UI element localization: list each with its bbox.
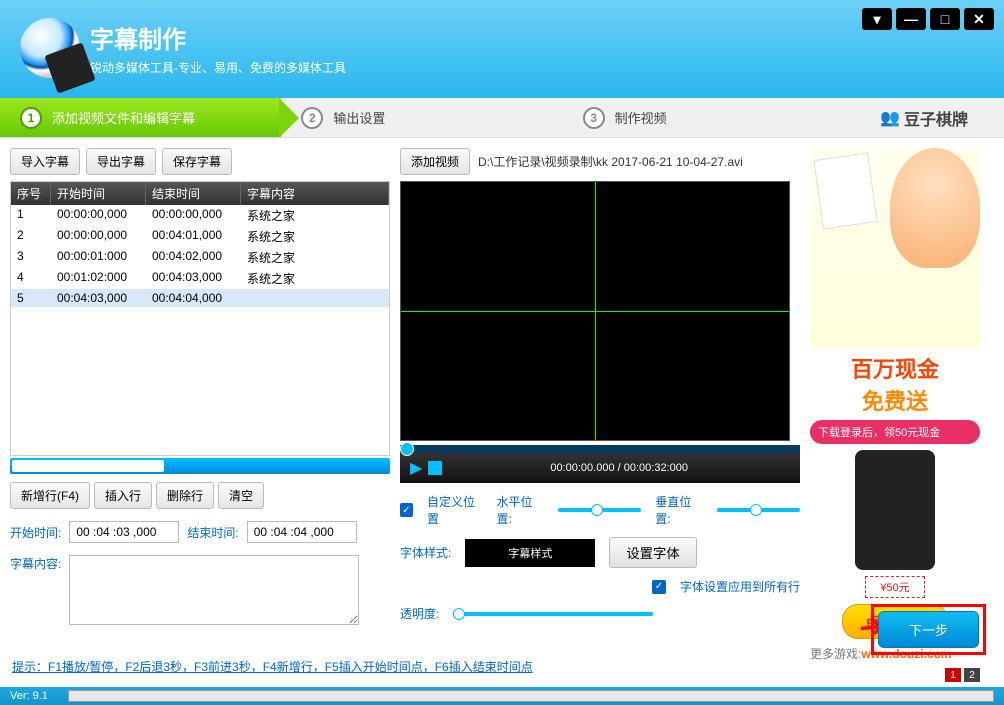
set-font-button[interactable]: 设置字体 [609,537,696,568]
app-title: 字幕制作 [90,20,346,55]
next-button-highlight: 下一步 [871,604,986,655]
v-position-slider[interactable] [717,508,800,512]
next-button[interactable]: 下一步 [878,611,979,648]
h-position-slider[interactable] [558,508,641,512]
end-time-input[interactable] [247,521,357,543]
export-subtitle-button[interactable]: 导出字幕 [86,148,156,175]
maximize-button[interactable]: □ [930,8,960,30]
table-row[interactable]: 500:04:03,00000:04:04,000 [11,289,389,307]
v-position-label: 垂直位置: [655,493,703,527]
cards-icon [813,153,877,230]
apply-all-checkbox[interactable]: ✓ [652,580,666,594]
time-display: 00:00:00.000 / 00:00:32:000 [448,462,790,474]
prize-label: ¥50元 [865,576,925,598]
app-subtitle: 锐动多媒体工具-专业、易用、免费的多媒体工具 [90,59,346,76]
opacity-slider[interactable] [453,612,653,616]
step-3-label: 制作视频 [615,108,667,127]
custom-position-label: 自定义位置 [427,493,483,527]
ad-page-2[interactable]: 2 [964,668,980,682]
h-position-label: 水平位置: [496,493,544,527]
ad-page-1[interactable]: 1 [945,668,961,682]
video-preview[interactable] [400,181,790,441]
step-1-label: 添加视频文件和编辑字幕 [52,108,195,127]
custom-position-checkbox[interactable]: ✓ [400,503,413,517]
table-row[interactable]: 100:00:00,00000:00:00,000系统之家 [11,205,389,226]
step-2-label: 输出设置 [333,108,385,127]
ad-headline-1: 百万现金 [851,357,939,382]
ad-badge: 下载登录后，领50元现金 [810,420,980,444]
start-time-label: 开始时间: [10,524,61,541]
save-subtitle-button[interactable]: 保存字幕 [162,148,232,175]
table-row[interactable]: 300:00:01:00000:04:02,000系统之家 [11,247,389,268]
content-label: 字幕内容: [10,555,61,572]
progress-bar [68,690,994,702]
subtitle-content-input[interactable] [69,555,359,625]
step-2-num: 2 [301,107,323,129]
step-1-num: 1 [20,107,42,129]
wizard-steps: 1 添加视频文件和编辑字幕 2 输出设置 3 制作视频 豆子棋牌 [0,98,1004,138]
font-style-label: 字体样式: [400,544,451,561]
character-icon [890,148,980,268]
horizontal-scrollbar[interactable] [10,458,390,474]
col-header-num: 序号 [11,182,51,205]
close-button[interactable]: ✕ [964,8,994,30]
opacity-label: 透明度: [400,605,439,622]
table-row[interactable]: 200:00:00,00000:04:01,000系统之家 [11,226,389,247]
import-subtitle-button[interactable]: 导入字幕 [10,148,80,175]
ad-headline-2: 免费送 [862,389,928,414]
end-time-label: 结束时间: [187,524,238,541]
clear-button[interactable]: 清空 [218,482,264,509]
video-path: D:\工作记录\视频录制\kk 2017-06-21 10-04-27.avi [478,153,743,170]
col-header-end: 结束时间 [146,182,241,205]
step-2[interactable]: 2 输出设置 [281,98,562,137]
col-header-start: 开始时间 [51,182,146,205]
play-button[interactable]: ▶ [410,458,422,478]
version-label: Ver: 9.1 [10,690,48,702]
step-1[interactable]: 1 添加视频文件和编辑字幕 [0,98,281,137]
seek-bar[interactable] [400,445,800,453]
keyboard-hint[interactable]: 提示：F1播放/暂停，F2后退3秒，F3前进3秒，F4新增行，F5插入开始时间点… [12,658,533,675]
start-time-input[interactable] [69,521,179,543]
table-row[interactable]: 400:01:02:00000:04:03,000系统之家 [11,268,389,289]
add-video-button[interactable]: 添加视频 [400,148,470,175]
minimize-button[interactable]: — [896,8,926,30]
new-row-button[interactable]: 新增行(F4) [10,482,90,509]
step-3-num: 3 [583,107,605,129]
delete-row-button[interactable]: 删除行 [156,482,214,509]
menu-button[interactable]: ▾ [862,8,892,30]
subtitle-table: 序号 开始时间 结束时间 字幕内容 100:00:00,00000:00:00,… [10,181,390,456]
col-header-content: 字幕内容 [241,182,389,205]
ad-brand[interactable]: 豆子棋牌 [844,98,1004,137]
step-3[interactable]: 3 制作视频 [563,98,844,137]
stop-button[interactable] [428,461,442,475]
insert-row-button[interactable]: 插入行 [94,482,152,509]
apply-all-label: 字体设置应用到所有行 [680,578,800,595]
phone-icon [855,450,935,570]
advertisement[interactable]: 百万现金 免费送 下载登录后，领50元现金 ¥50元 点击领取 更多游戏:www… [810,148,980,682]
font-style-preview: 字幕样式 [465,539,595,567]
app-logo-icon [20,18,80,78]
